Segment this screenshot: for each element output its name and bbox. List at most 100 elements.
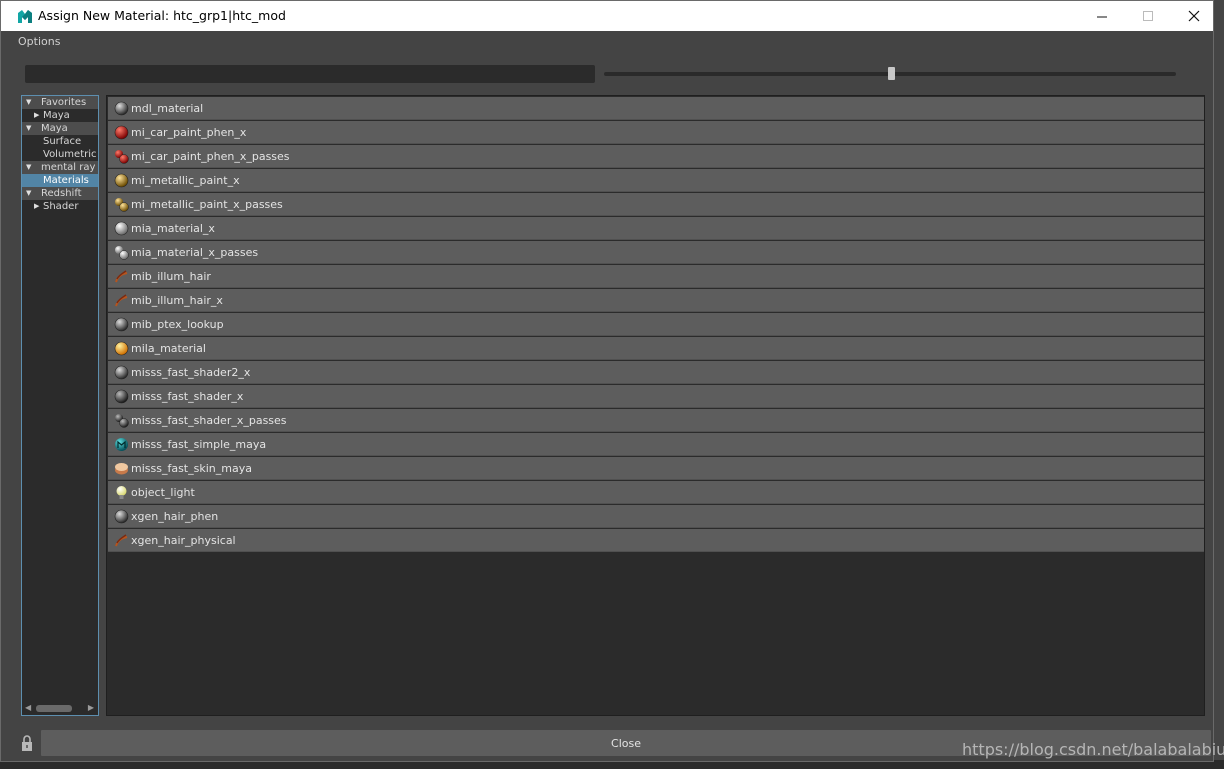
menu-bar: Options — [1, 31, 1213, 53]
maximize-icon — [1142, 10, 1153, 21]
material-label: misss_fast_shader_x_passes — [131, 414, 287, 427]
window-close-button[interactable] — [1171, 1, 1217, 31]
material-label: mi_metallic_paint_x_passes — [131, 198, 283, 211]
background-app-edge — [1214, 0, 1224, 769]
list-item[interactable]: mi_metallic_paint_x_passes — [108, 193, 1204, 216]
window-title: Assign New Material: htc_grp1|htc_mod — [38, 8, 286, 23]
list-item[interactable]: xgen_hair_physical — [108, 529, 1204, 552]
list-item[interactable]: mi_car_paint_phen_x_passes — [108, 145, 1204, 168]
list-item[interactable]: mia_material_x — [108, 217, 1204, 240]
gold-sphere-passes-icon — [114, 197, 129, 212]
material-label: misss_fast_skin_maya — [131, 462, 252, 475]
tree-item[interactable]: Volumetric — [22, 148, 98, 161]
material-label: misss_fast_shader2_x — [131, 366, 251, 379]
gray-sphere-icon — [114, 101, 129, 116]
material-label: xgen_hair_phen — [131, 510, 219, 523]
tree-item[interactable]: ▼ mental ray — [22, 161, 98, 174]
material-label: mib_ptex_lookup — [131, 318, 224, 331]
material-label: mia_material_x — [131, 222, 215, 235]
tree-item[interactable]: ▼ Maya — [22, 122, 98, 135]
red-sphere-passes-icon — [114, 149, 129, 164]
list-item[interactable]: misss_fast_simple_maya — [108, 433, 1204, 456]
list-item[interactable]: mi_metallic_paint_x — [108, 169, 1204, 192]
maximize-button[interactable] — [1125, 1, 1171, 31]
tree-item-label: Materials — [43, 175, 89, 186]
material-label: misss_fast_simple_maya — [131, 438, 267, 451]
light-bulb-icon — [114, 485, 129, 500]
red-sphere-icon — [114, 125, 129, 140]
tree-item[interactable]: Materials — [22, 174, 98, 187]
slider-handle[interactable] — [888, 67, 895, 80]
filter-input[interactable] — [25, 65, 595, 83]
menu-options[interactable]: Options — [18, 35, 60, 48]
tree-item-label: Shader — [43, 201, 79, 212]
tree-item-label: Redshift — [41, 188, 82, 199]
silver-sphere-icon — [114, 221, 129, 236]
material-label: mib_illum_hair_x — [131, 294, 223, 307]
category-tree: ▶ Shader ▼ Redshift Materials ▼ mental ray Volu… — [21, 95, 99, 716]
title-bar: Assign New Material: htc_grp1|htc_mod — [1, 1, 1213, 31]
tree-item-label: Volumetric — [43, 149, 97, 160]
hair-icon — [114, 269, 129, 284]
list-item[interactable]: mila_material — [108, 337, 1204, 360]
list-item[interactable]: mia_material_x_passes — [108, 241, 1204, 264]
tree-item[interactable]: ▼ Redshift — [22, 187, 98, 200]
tree-item[interactable]: ▶ Maya — [22, 109, 98, 122]
maya-app-icon — [18, 10, 32, 23]
material-label: xgen_hair_physical — [131, 534, 236, 547]
material-label: mib_illum_hair — [131, 270, 211, 283]
silver-sphere-passes-icon — [114, 245, 129, 260]
hair-icon — [114, 533, 129, 548]
list-item[interactable]: mib_ptex_lookup — [108, 313, 1204, 336]
tree-item-label: Maya — [41, 123, 68, 134]
list-item[interactable]: object_light — [108, 481, 1204, 504]
list-item[interactable]: mib_illum_hair_x — [108, 289, 1204, 312]
expanded-arrow-icon[interactable]: ▼ — [26, 96, 31, 109]
teal-maya-icon — [114, 437, 129, 452]
gold-sphere-icon — [114, 173, 129, 188]
material-label: mi_car_paint_phen_x — [131, 126, 247, 139]
list-item[interactable]: misss_fast_shader_x — [108, 385, 1204, 408]
list-item[interactable]: mdl_material — [108, 97, 1204, 120]
tree-item[interactable]: ▶ Shader — [22, 200, 98, 213]
orange-sphere-icon — [114, 341, 129, 356]
material-label: mia_material_x_passes — [131, 246, 259, 259]
tree-item-label: Surface — [43, 136, 82, 147]
collapsed-arrow-icon[interactable]: ▶ — [34, 200, 39, 213]
list-item[interactable]: mib_illum_hair — [108, 265, 1204, 288]
tree-item-label: Favorites — [41, 97, 87, 108]
dark-sphere-icon — [114, 389, 129, 404]
watermark-text: https://blog.csdn.net/balabalabiubiu — [962, 740, 1224, 759]
list-item[interactable]: xgen_hair_phen — [108, 505, 1204, 528]
gray-sphere-icon — [114, 317, 129, 332]
hair-icon — [114, 293, 129, 308]
tree-item[interactable]: ▼ Favorites — [22, 96, 98, 109]
material-label: mdl_material — [131, 102, 204, 115]
collapsed-arrow-icon[interactable]: ▶ — [34, 109, 39, 122]
tree-item-label: mental ray — [41, 162, 96, 173]
list-item[interactable]: misss_fast_shader_x_passes — [108, 409, 1204, 432]
tree-horizontal-scrollbar[interactable]: ◀ ▶ — [22, 701, 98, 715]
tree-item[interactable]: Surface — [22, 135, 98, 148]
list-item[interactable]: misss_fast_shader2_x — [108, 361, 1204, 384]
list-item[interactable]: misss_fast_skin_maya — [108, 457, 1204, 480]
scroll-right-icon[interactable]: ▶ — [88, 703, 94, 712]
scroll-thumb[interactable] — [36, 705, 72, 712]
material-label: mila_material — [131, 342, 206, 355]
minimize-button[interactable] — [1079, 1, 1125, 31]
gray-sphere-icon — [114, 509, 129, 524]
dark-sphere-passes-icon — [114, 413, 129, 428]
expanded-arrow-icon[interactable]: ▼ — [26, 122, 31, 135]
close-icon — [1188, 10, 1200, 22]
material-list: mdl_material mi_car_paint_phen_x mi_car_pa… — [106, 95, 1205, 716]
material-label: mi_metallic_paint_x — [131, 174, 240, 187]
list-item[interactable]: mi_car_paint_phen_x — [108, 121, 1204, 144]
lock-icon[interactable] — [19, 734, 35, 752]
expanded-arrow-icon[interactable]: ▼ — [26, 161, 31, 174]
gray-sphere-icon — [114, 365, 129, 380]
assign-material-window: Assign New Material: htc_grp1|htc_mod Op… — [0, 0, 1214, 762]
scroll-left-icon[interactable]: ◀ — [25, 703, 31, 712]
material-label: mi_car_paint_phen_x_passes — [131, 150, 290, 163]
tree-item-label: Maya — [43, 110, 70, 121]
expanded-arrow-icon[interactable]: ▼ — [26, 187, 31, 200]
